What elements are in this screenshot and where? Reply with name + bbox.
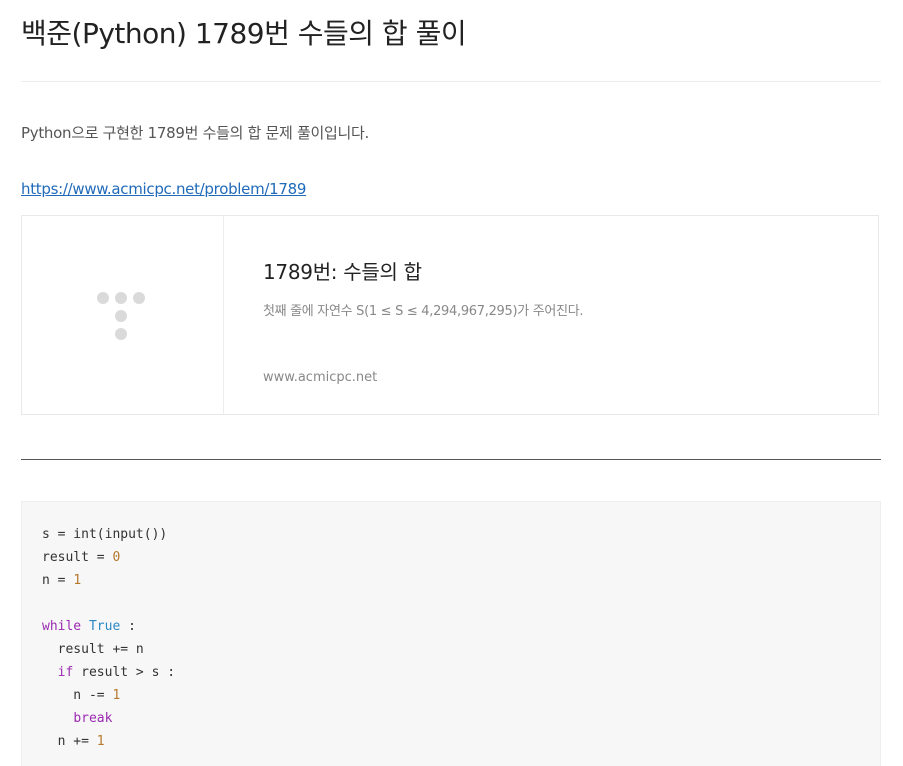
code-line: s = int(input()) (42, 523, 167, 546)
code-text: n = (42, 573, 74, 588)
code-line: if result > s : (42, 661, 175, 684)
page-title: 백준(Python) 1789번 수들의 합 풀이 (21, 17, 467, 50)
link-preview-card[interactable]: 1789번: 수들의 합 첫째 줄에 자연수 S(1 ≤ S ≤ 4,294,9… (21, 215, 879, 415)
code-number: 1 (73, 573, 82, 588)
startlink-dots-logo-icon (22, 216, 223, 414)
code-line: while True : (42, 615, 136, 638)
code-text: result += n (42, 642, 144, 657)
logo-dot (133, 292, 145, 304)
code-number: 0 (112, 550, 121, 565)
code-line: result += n (42, 638, 144, 661)
code-line: n += 1 (42, 730, 105, 753)
link-preview-title: 1789번: 수들의 합 (263, 260, 422, 284)
section-divider (21, 459, 881, 460)
code-text: result > s : (73, 665, 176, 680)
logo-dot (115, 328, 127, 340)
code-literal: True (88, 619, 121, 634)
code-line: n -= 1 (42, 684, 120, 707)
link-preview-domain: www.acmicpc.net (263, 370, 378, 385)
logo-dot (97, 292, 109, 304)
logo-dot (115, 292, 127, 304)
link-preview-description: 첫째 줄에 자연수 S(1 ≤ S ≤ 4,294,967,295)가 주어진다… (263, 304, 584, 319)
code-text: s = int(input()) (42, 527, 168, 542)
code-line: n = 1 (42, 569, 81, 592)
logo-dot (115, 310, 127, 322)
code-line: result = 0 (42, 546, 120, 569)
code-text: n -= (42, 688, 113, 703)
link-preview-thumbnail (22, 216, 224, 414)
code-keyword: break (73, 711, 113, 726)
code-block: s = int(input()) result = 0 n = 1 while … (21, 501, 881, 766)
code-line: break (42, 707, 112, 730)
intro-text: Python으로 구현한 1789번 수들의 합 문제 풀이입니다. (21, 124, 369, 142)
code-text: result = (42, 550, 113, 565)
code-number: 1 (96, 734, 105, 749)
code-keyword: while (42, 619, 82, 634)
code-number: 1 (112, 688, 121, 703)
code-keyword: if (57, 665, 74, 680)
problem-link[interactable]: https://www.acmicpc.net/problem/1789 (21, 180, 306, 198)
code-text: n += (42, 734, 97, 749)
code-text: : (120, 619, 136, 634)
title-divider (21, 81, 881, 82)
